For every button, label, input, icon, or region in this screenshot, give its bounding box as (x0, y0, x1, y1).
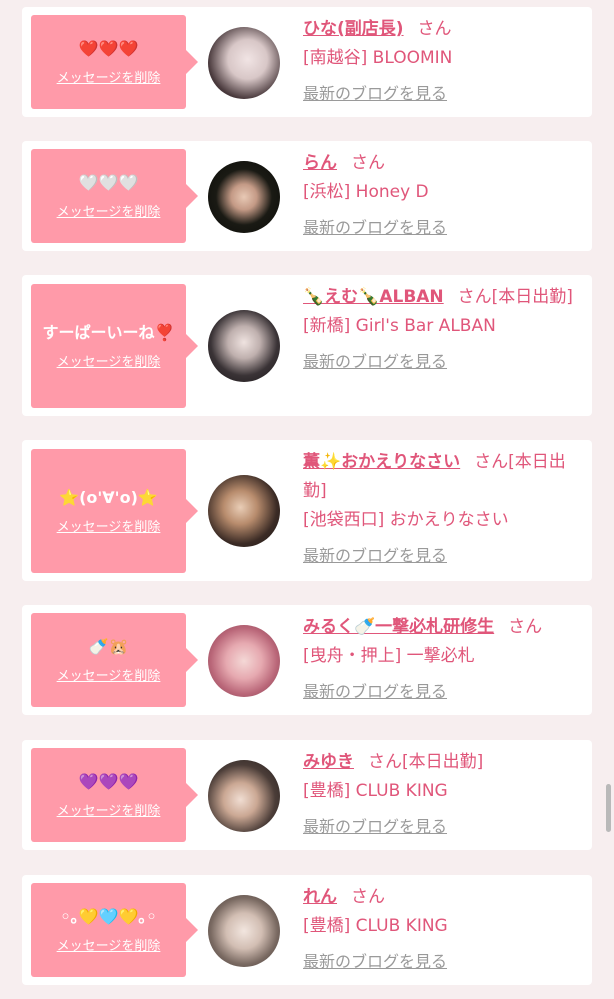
shop-label: [浜松] Honey D (303, 182, 429, 202)
cast-name-link[interactable]: ひな(副店長) (303, 19, 404, 39)
cast-name-link[interactable]: らん (303, 153, 337, 173)
san-label: さん (474, 452, 509, 472)
cast-info: れん さん [豊橋] CLUB KING 最新のブログを見る (303, 883, 585, 976)
message-text: 🍼🐹 (88, 636, 129, 656)
latest-blog-link[interactable]: 最新のブログを見る (303, 347, 447, 376)
san-label: さん (368, 752, 402, 772)
cast-info: ひな(副店長) さん [南越谷] BLOOMIN 最新のブログを見る (303, 15, 585, 108)
latest-blog-link[interactable]: 最新のブログを見る (303, 677, 447, 706)
san-label: さん (351, 153, 385, 173)
shop-label: [豊橋] CLUB KING (303, 916, 448, 936)
cast-info: みゆき さん[本日出勤] [豊橋] CLUB KING 最新のブログを見る (303, 748, 585, 841)
san-label: さん (417, 19, 452, 39)
san-label: さん (351, 887, 385, 907)
cast-info: 🍾えむ🍾ALBAN さん[本日出勤] [新橋] Girl's Bar ALBAN … (303, 283, 585, 376)
message-text: ❤️❤️❤️ (78, 38, 139, 58)
favorite-card: ◦｡💛🩵💛｡◦ メッセージを削除 れん さん [豊橋] CLUB KING 最新の… (22, 875, 592, 985)
san-label: さん (508, 617, 543, 637)
favorite-card: 💜💜💜 メッセージを削除 みゆき さん[本日出勤] [豊橋] CLUB KING … (22, 740, 592, 850)
message-bubble: すーぱーいーね❣️ メッセージを削除 (31, 284, 198, 408)
latest-blog-link[interactable]: 最新のブログを見る (303, 213, 447, 242)
message-bubble: 🤍🤍🤍 メッセージを削除 (31, 149, 198, 243)
favorite-card: すーぱーいーね❣️ メッセージを削除 🍾えむ🍾ALBAN さん[本日出勤] [新橋… (22, 275, 592, 416)
latest-blog-link[interactable]: 最新のブログを見る (303, 541, 447, 570)
status-label: [本日出勤] (402, 752, 484, 772)
shop-label: [池袋西口] おかえりなさい (303, 510, 509, 530)
avatar[interactable] (208, 625, 280, 697)
san-label: さん (457, 287, 492, 307)
cast-info: みるく🍼一撃必札研修生 さん [曳舟・押上] 一撃必札 最新のブログを見る (303, 613, 585, 706)
favorite-card: 🍼🐹 メッセージを削除 みるく🍼一撃必札研修生 さん [曳舟・押上] 一撃必札 最… (22, 605, 592, 715)
delete-message-link[interactable]: メッセージを削除 (57, 67, 161, 86)
latest-blog-link[interactable]: 最新のブログを見る (303, 947, 447, 976)
favorite-card: ⭐️(o'∀'o)⭐️ メッセージを削除 薫✨おかえりなさい さん[本日出勤] [… (22, 440, 592, 581)
delete-message-link[interactable]: メッセージを削除 (57, 665, 161, 684)
cast-name-link[interactable]: 🍾えむ🍾ALBAN (303, 287, 444, 307)
shop-label: [新橋] Girl's Bar ALBAN (303, 316, 496, 336)
avatar[interactable] (208, 27, 280, 99)
message-text: ⭐️(o'∀'o)⭐️ (59, 487, 158, 507)
shop-label: [曳舟・押上] 一撃必札 (303, 646, 475, 666)
message-bubble: ⭐️(o'∀'o)⭐️ メッセージを削除 (31, 449, 198, 573)
delete-message-link[interactable]: メッセージを削除 (57, 201, 161, 220)
message-bubble: 💜💜💜 メッセージを削除 (31, 748, 198, 842)
shop-label: [南越谷] BLOOMIN (303, 48, 453, 68)
shop-label: [豊橋] CLUB KING (303, 781, 448, 801)
cast-name-link[interactable]: みるく🍼一撃必札研修生 (303, 617, 494, 637)
message-text: 💜💜💜 (78, 771, 139, 791)
latest-blog-link[interactable]: 最新のブログを見る (303, 812, 447, 841)
delete-message-link[interactable]: メッセージを削除 (57, 935, 161, 954)
latest-blog-link[interactable]: 最新のブログを見る (303, 79, 447, 108)
delete-message-link[interactable]: メッセージを削除 (57, 516, 161, 535)
favorite-card: 🤍🤍🤍 メッセージを削除 らん さん [浜松] Honey D 最新のブログを見る (22, 141, 592, 251)
delete-message-link[interactable]: メッセージを削除 (57, 351, 161, 370)
avatar[interactable] (208, 760, 280, 832)
avatar[interactable] (208, 895, 280, 967)
message-bubble: ◦｡💛🩵💛｡◦ メッセージを削除 (31, 883, 198, 977)
cast-info: 薫✨おかえりなさい さん[本日出勤] [池袋西口] おかえりなさい 最新のブログを… (303, 448, 585, 570)
message-text: ◦｡💛🩵💛｡◦ (60, 906, 157, 926)
cast-name-link[interactable]: 薫✨おかえりなさい (303, 452, 460, 472)
message-bubble: ❤️❤️❤️ メッセージを削除 (31, 15, 198, 109)
message-text: 🤍🤍🤍 (78, 172, 139, 192)
avatar[interactable] (208, 475, 280, 547)
status-label: [本日出勤] (491, 287, 573, 307)
favorite-card: ❤️❤️❤️ メッセージを削除 ひな(副店長) さん [南越谷] BLOOMIN … (22, 7, 592, 117)
scrollbar[interactable] (606, 784, 611, 832)
avatar[interactable] (208, 161, 280, 233)
delete-message-link[interactable]: メッセージを削除 (57, 800, 161, 819)
message-text: すーぱーいーね❣️ (42, 322, 175, 342)
message-bubble: 🍼🐹 メッセージを削除 (31, 613, 198, 707)
cast-name-link[interactable]: れん (303, 887, 337, 907)
cast-info: らん さん [浜松] Honey D 最新のブログを見る (303, 149, 585, 242)
avatar[interactable] (208, 310, 280, 382)
cast-name-link[interactable]: みゆき (303, 752, 354, 772)
